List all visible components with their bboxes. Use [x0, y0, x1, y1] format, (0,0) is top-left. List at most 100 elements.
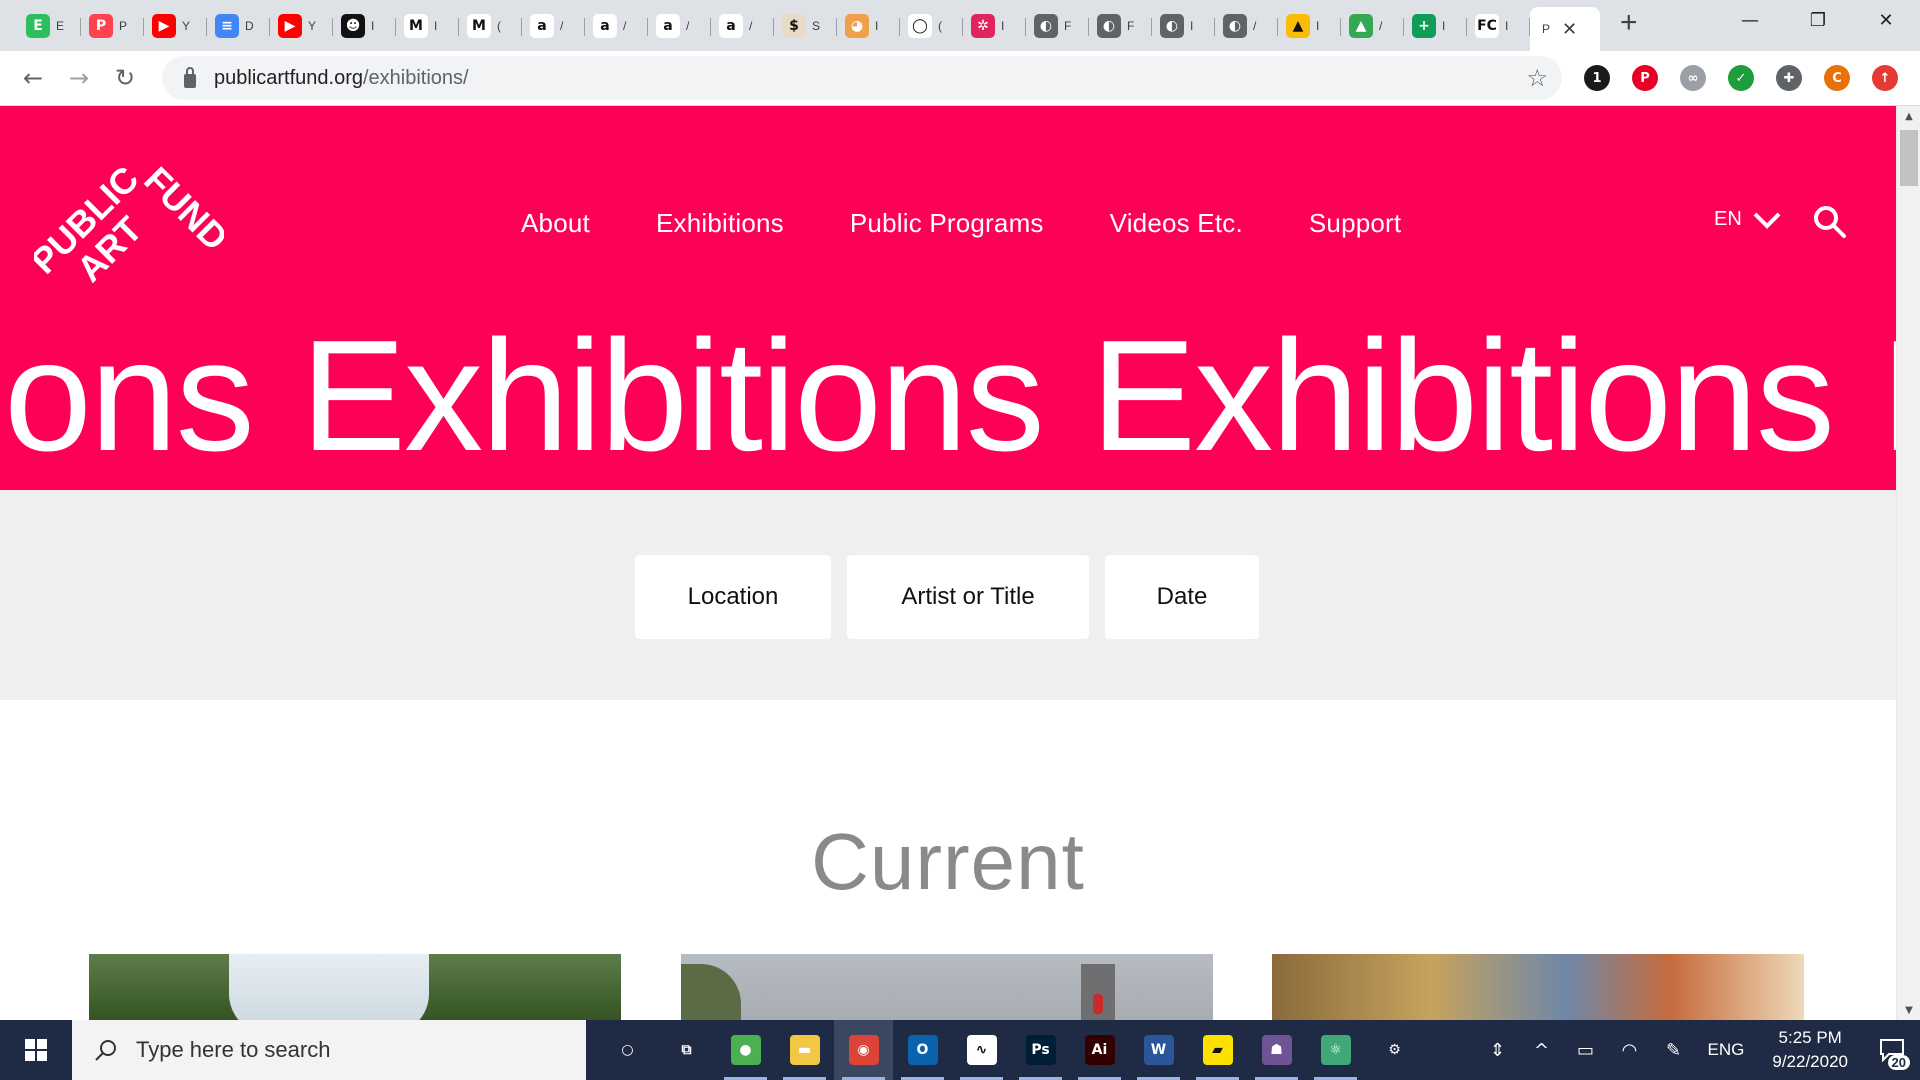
browser-tab[interactable]: ▲ I [1278, 6, 1341, 46]
start-button[interactable] [0, 1020, 72, 1080]
section-title-current: Current [811, 817, 1085, 906]
minimize-button[interactable]: — [1716, 0, 1784, 40]
taskbar-app-photoshop[interactable]: Ps [1011, 1020, 1070, 1080]
fc-icon: FC [1475, 13, 1499, 38]
checkmark-icon[interactable]: ✓ [1728, 65, 1754, 91]
browser-tab[interactable]: ◐ F [1026, 6, 1089, 46]
taskbar-app-task-view[interactable]: ⧉ [657, 1020, 716, 1080]
reload-button[interactable]: ↻ [102, 55, 148, 101]
location-filter-button[interactable]: Location [635, 555, 831, 639]
pinterest-icon[interactable]: P [1632, 65, 1658, 91]
language-selector[interactable]: EN [1714, 208, 1782, 231]
browser-tab[interactable]: + I [1404, 6, 1467, 46]
battery-icon[interactable]: ▭ [1564, 1020, 1608, 1080]
scroll-up-arrow-icon[interactable]: ▲ [1897, 106, 1920, 126]
scroll-down-arrow-icon[interactable]: ▼ [1897, 1000, 1920, 1020]
taskbar-app-illustrator[interactable]: Ai [1070, 1020, 1129, 1080]
profile-avatar-icon[interactable]: C [1824, 65, 1850, 91]
pen-icon[interactable]: ✎ [1652, 1020, 1696, 1080]
exhibition-card-image[interactable] [681, 954, 1213, 1020]
close-tab-icon[interactable]: ✕ [1562, 19, 1577, 40]
onepassword-icon[interactable]: 1 [1584, 65, 1610, 91]
browser-tab[interactable]: M( [459, 6, 522, 46]
address-bar[interactable]: publicartfund.org/exhibitions/ ☆ [162, 56, 1562, 100]
browser-tab[interactable]: ◐ / [1215, 6, 1278, 46]
nav-link-support[interactable]: Support [1309, 208, 1401, 239]
close-window-button[interactable]: ✕ [1852, 0, 1920, 40]
browser-tab[interactable]: MI [396, 6, 459, 46]
browser-tab[interactable]: PP [81, 6, 144, 46]
forward-button[interactable]: → [56, 55, 102, 101]
atom-icon: ⚛ [1320, 1035, 1351, 1065]
browser-tab[interactable]: ▶ Y [270, 6, 333, 46]
globe-icon: ◐ [1097, 13, 1121, 38]
browser-tab[interactable]: a / [585, 6, 648, 46]
nav-link-exhibitions[interactable]: Exhibitions [656, 208, 784, 239]
browser-tab[interactable]: $ S [774, 6, 837, 46]
taskbar-app-atom[interactable]: ⚛ [1306, 1020, 1365, 1080]
browser-tab[interactable]: ▶ Y [144, 6, 207, 46]
taskbar-app-github[interactable]: ☗ [1247, 1020, 1306, 1080]
artist-title-filter-button[interactable]: Artist or Title [847, 555, 1089, 639]
wheel-icon: ✲ [971, 13, 995, 38]
browser-tab[interactable]: ◕ I [837, 6, 900, 46]
tab-title: I [371, 18, 375, 33]
date-filter-button[interactable]: Date [1105, 555, 1259, 639]
taskbar-app-greenshot[interactable]: ● [716, 1020, 775, 1080]
input-language[interactable]: ENG [1696, 1040, 1757, 1060]
globe-icon: ◐ [1034, 13, 1058, 38]
exhibition-card-image[interactable] [89, 954, 621, 1020]
nav-link-public-programs[interactable]: Public Programs [850, 208, 1044, 239]
amazon-icon: a [719, 13, 743, 38]
browser-tab[interactable]: ≡ D [207, 6, 270, 46]
nav-link-videos-etc[interactable]: Videos Etc. [1110, 208, 1243, 239]
taskbar-app-cortana[interactable]: ○ [598, 1020, 657, 1080]
browser-tab[interactable]: ☻ I [333, 6, 396, 46]
tray-scroll-icon[interactable]: ⇕ [1476, 1020, 1520, 1080]
scrollbar-thumb[interactable] [1900, 130, 1918, 186]
taskbar-app-chrome[interactable]: ◉ [834, 1020, 893, 1080]
exhibition-card-image[interactable] [1272, 954, 1804, 1020]
browser-tab[interactable]: ▲ / [1341, 6, 1404, 46]
puzzle-icon[interactable]: ✚ [1776, 65, 1802, 91]
clock[interactable]: 5:25 PM 9/22/2020 [1756, 1026, 1864, 1074]
active-browser-tab[interactable]: P ✕ [1530, 7, 1600, 51]
browser-tab[interactable]: ✲ I [963, 6, 1026, 46]
tab-title: E [56, 18, 65, 33]
browser-tab[interactable]: ◐ F [1089, 6, 1152, 46]
tab-title: I [875, 18, 879, 33]
bookmark-star-icon[interactable]: ☆ [1526, 64, 1548, 92]
taskbar-app-file-explorer[interactable]: ▬ [775, 1020, 834, 1080]
taskbar-apps: ○ ⧉ ● ▬ ◉ O ∿ Ps Ai W ▰ ☗ ⚛ ⚙ [598, 1020, 1424, 1080]
browser-tab[interactable]: FC I [1467, 6, 1530, 46]
browser-tab[interactable]: a / [711, 6, 774, 46]
taskbar-app-settings[interactable]: ⚙ [1365, 1020, 1424, 1080]
tab-title: F [1064, 18, 1072, 33]
taskbar-app-outlook[interactable]: O [893, 1020, 952, 1080]
taskbar-app-sticky-notes[interactable]: ▰ [1188, 1020, 1247, 1080]
page-scrollbar[interactable]: ▲ ▼ [1896, 106, 1920, 1020]
new-tab-button[interactable]: + [1620, 3, 1638, 49]
browser-tab[interactable]: EE [18, 6, 81, 46]
taskbar-search-box[interactable]: Type here to search [72, 1020, 586, 1080]
nav-link-about[interactable]: About [521, 208, 590, 239]
notification-center-button[interactable]: 20 [1864, 1020, 1920, 1080]
taskbar-app-word[interactable]: W [1129, 1020, 1188, 1080]
browser-tab[interactable]: ◐ I [1152, 6, 1215, 46]
browser-tab[interactable]: ◯( [900, 6, 963, 46]
link-icon[interactable]: ∞ [1680, 65, 1706, 91]
browser-tab[interactable]: a / [522, 6, 585, 46]
settings-icon: ⚙ [1379, 1035, 1410, 1065]
public-art-fund-logo[interactable]: PUBLIC ART FUND [34, 158, 224, 298]
lock-icon[interactable] [184, 66, 196, 88]
restore-button[interactable]: ❐ [1784, 0, 1852, 40]
browser-tab[interactable]: a / [648, 6, 711, 46]
url-path: /exhibitions/ [362, 66, 469, 89]
search-icon[interactable] [1812, 204, 1848, 240]
taskbar-app-clip-studio[interactable]: ∿ [952, 1020, 1011, 1080]
wifi-icon[interactable]: ◠ [1608, 1020, 1652, 1080]
chrome-icon: ◉ [848, 1035, 879, 1065]
upload-icon[interactable]: ↑ [1872, 65, 1898, 91]
back-button[interactable]: ← [10, 55, 56, 101]
show-hidden-icons-icon[interactable]: ^ [1520, 1020, 1564, 1080]
